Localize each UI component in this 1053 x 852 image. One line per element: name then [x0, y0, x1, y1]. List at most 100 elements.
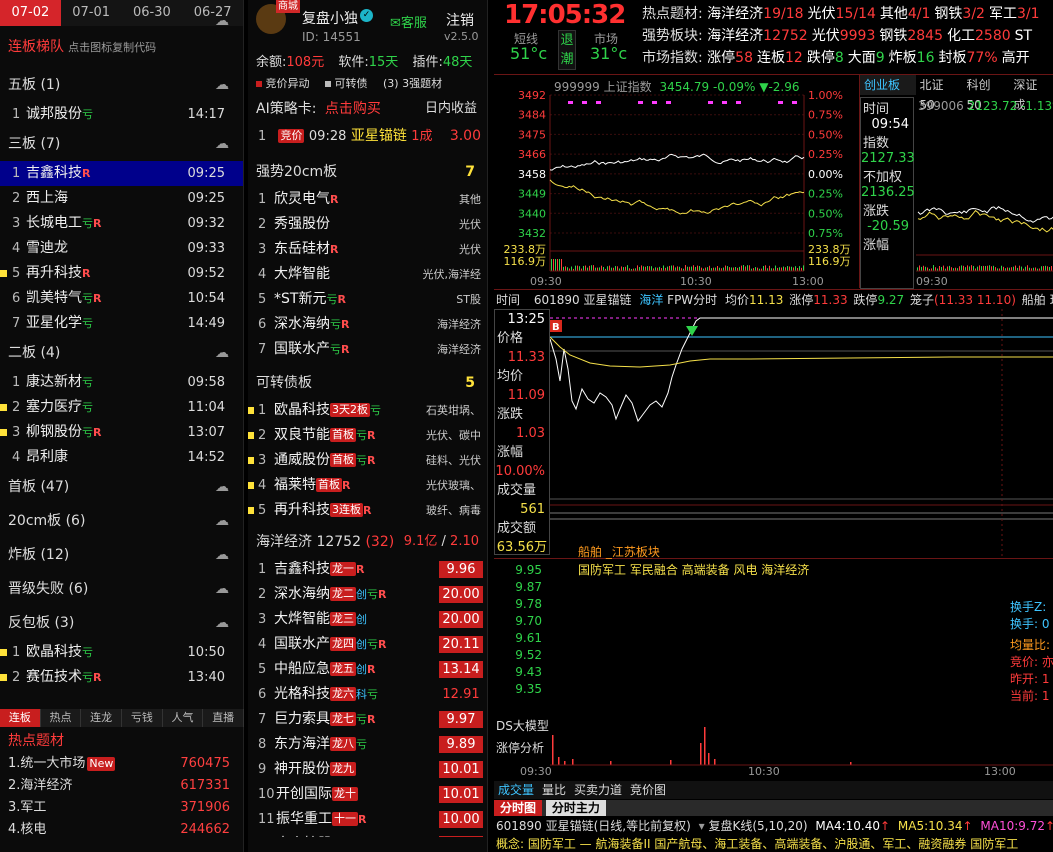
strong-20cm-row[interactable]: 2 秀强股份 光伏 — [248, 212, 487, 237]
left-bottom-tab[interactable]: 人气 — [163, 709, 204, 727]
ladder-row[interactable]: 2 塞力医疗亏 11:04 — [0, 395, 243, 420]
left-bottom-tab[interactable]: 直播 — [203, 709, 245, 727]
header-item-name[interactable]: ST — [1015, 28, 1032, 44]
theme-stock-row[interactable]: 9 神开股份 龙九 10.01 — [248, 757, 487, 782]
hot-topic-row[interactable]: 1.统一大市场 New 760475 — [0, 753, 244, 775]
dropdown-icon[interactable]: ▾ — [699, 819, 705, 833]
theme-stock-row[interactable]: 6 光格科技 龙六 科亏 12.91 — [248, 682, 487, 707]
left-bottom-tab[interactable]: 热点 — [41, 709, 82, 727]
cloud-icon[interactable]: ☁ — [215, 572, 229, 606]
theme-stock-row[interactable]: 2 深水海纳 龙二 创亏R 20.00 — [248, 582, 487, 607]
strong-themes-option[interactable]: (3) 3强题材 — [383, 77, 442, 90]
ladder-row[interactable]: 3 长城电工亏R 09:32 — [0, 211, 243, 236]
hot-topic-row[interactable]: 2.海洋经济 617331 — [0, 775, 244, 797]
ladder-section-header[interactable]: 二板 (4) ☁ — [0, 336, 243, 370]
ds-model-label[interactable]: DS大模型 — [496, 717, 549, 734]
header-item-name[interactable]: 钢铁 — [879, 28, 907, 44]
theme-stock-row[interactable]: 1 吉鑫科技 龙一 R 9.96 — [248, 557, 487, 582]
cloud-icon[interactable]: ☁ — [215, 127, 229, 161]
date-tab-0[interactable]: 07-02 — [0, 0, 61, 26]
ladder-section-header[interactable]: 首板 (47) ☁ — [0, 470, 243, 504]
cloud-icon[interactable]: ☁ — [215, 0, 229, 42]
indicator-tab-3[interactable]: 竞价图 — [626, 781, 670, 799]
strong-20cm-row[interactable]: 3 东岳硅材R 光伏 — [248, 237, 487, 262]
limit-up-analysis-label[interactable]: 涨停分析 — [496, 739, 544, 756]
header-item-name[interactable]: 军工 — [989, 6, 1017, 22]
left-bottom-tab[interactable]: 连板 — [0, 709, 41, 727]
concept-text[interactable]: 国防军工 军民融合 高端装备 风电 海洋经济 — [578, 561, 809, 578]
header-item-name[interactable]: 海洋经济 — [707, 6, 763, 22]
ladder-row[interactable]: 4 雪迪龙 09:33 — [0, 236, 243, 261]
left-bottom-tab[interactable]: 连龙 — [81, 709, 123, 727]
bond-checkbox[interactable] — [325, 81, 331, 87]
header-item-name[interactable]: 钢铁 — [934, 6, 962, 22]
date-tab-3[interactable]: 06-27 — [182, 0, 243, 26]
strong-20cm-row[interactable]: 5 *ST新元亏R ST股 — [248, 287, 487, 312]
ladder-section-header[interactable]: 三板 (7) ☁ — [0, 127, 243, 161]
strong-20cm-row[interactable]: 4 大烨智能 光伏,海洋经 — [248, 262, 487, 287]
sector-text[interactable]: 船舶 _江苏板块 — [578, 543, 660, 560]
ladder-section-header[interactable]: 20cm板 (6) ☁ — [0, 504, 243, 538]
ladder-section-header[interactable]: 炸板 (12) ☁ — [0, 538, 243, 572]
ladder-row[interactable]: 1 康达新材亏 09:58 — [0, 370, 243, 395]
bond-board-row[interactable]: 1 欧晶科技 3天2板亏石英坩埚、 — [248, 398, 487, 423]
header-item-name[interactable]: 光伏 — [812, 28, 840, 44]
hot-topic-row[interactable]: 3.军工 371906 — [0, 797, 244, 819]
ai-buy-link[interactable]: 点击购买 — [325, 101, 381, 117]
indicator-tab-2[interactable]: 买卖力道 — [570, 781, 626, 799]
cloud-icon[interactable]: ☁ — [215, 68, 229, 102]
ladder-row[interactable]: 7 亚星化学亏 14:49 — [0, 311, 243, 336]
theme-stock-row[interactable]: 12南山控股十二R9.92 — [248, 832, 487, 837]
sub-tab-main-force[interactable]: 分时主力 — [545, 800, 606, 816]
cloud-icon[interactable]: ☁ — [215, 470, 229, 504]
indicator-tab-0[interactable]: 成交量 — [494, 781, 538, 799]
ladder-row[interactable]: 4 昂利康 14:52 — [0, 445, 243, 470]
logout-button[interactable]: 注销 — [446, 10, 474, 30]
bidding-checkbox[interactable] — [256, 81, 262, 87]
theme-stock-row[interactable]: 10开创国际 龙十 10.01 — [248, 782, 487, 807]
date-tab-1[interactable]: 07-01 — [61, 0, 122, 26]
index-tab-2[interactable]: 科创50 — [962, 75, 1009, 112]
ladder-section-header[interactable]: 反包板 (3) ☁ — [0, 606, 243, 640]
ladder-row[interactable]: 2 赛伍技术亏R 13:40 — [0, 665, 243, 690]
ladder-section-header[interactable]: 五板 (1) ☁ — [0, 68, 243, 102]
left-bottom-tab[interactable]: 亏钱 — [122, 709, 163, 727]
bond-board-row[interactable]: 5 再升科技 3连板 R 玻纤、病毒 — [248, 498, 487, 523]
theme-stock-row[interactable]: 5 中船应急 龙五 创R 13.14 — [248, 657, 487, 682]
shop-badge[interactable]: 商城 — [276, 0, 300, 13]
ladder-row[interactable]: 2 西上海 09:25 — [0, 186, 243, 211]
header-item-name[interactable]: 光伏 — [808, 6, 836, 22]
theme-stock-row[interactable]: 11振华重工 十一 R 10.00 — [248, 807, 487, 832]
date-tab-2[interactable]: 06-30 — [122, 0, 183, 26]
theme-stock-row[interactable]: 3 大烨智能 龙三创 20.00 — [248, 607, 487, 632]
cloud-icon[interactable]: ☁ — [215, 538, 229, 572]
theme-header[interactable]: 海洋经济 12752 (32) 9.1亿 / 2.10 — [248, 527, 487, 557]
cloud-icon[interactable]: ☁ — [215, 336, 229, 370]
ai-strategy-row[interactable]: 1 竞价 09:28 亚星锚链 1成 3.00 — [248, 124, 487, 149]
ladder-row[interactable]: 1 欧晶科技亏 10:50 — [0, 640, 243, 665]
index-tab-3[interactable]: 深证成 — [1009, 75, 1053, 112]
theme-stock-row[interactable]: 8 东方海洋 龙八亏 9.89 — [248, 732, 487, 757]
ladder-row[interactable]: 1 吉鑫科技R 09:25 — [0, 161, 243, 186]
strong-20cm-row[interactable]: 1 欣灵电气R 其他 — [248, 187, 487, 212]
header-item-name[interactable]: 化工 — [947, 28, 975, 44]
ladder-section-header[interactable]: 晋级失败 (6) ☁ — [0, 572, 243, 606]
theme-stock-row[interactable]: 7 巨力索具 龙七 亏R 9.97 — [248, 707, 487, 732]
indicator-tab-1[interactable]: 量比 — [538, 781, 570, 799]
ladder-row[interactable]: 1 诚邦股份亏 14:17 — [0, 102, 243, 127]
hot-topic-row[interactable]: 4.核电 244662 — [0, 819, 244, 841]
index-tab-1[interactable]: 北证50 — [916, 75, 963, 112]
bond-board-row[interactable]: 3 通威股份 首板 亏R 硅料、光伏 — [248, 448, 487, 473]
bond-board-row[interactable]: 4 福莱特 首板 R 光伏玻璃、 — [248, 473, 487, 498]
sub-tab-intraday[interactable]: 分时图 — [494, 800, 543, 816]
service-link[interactable]: ✉客服 — [390, 12, 427, 31]
ladder-row[interactable]: 6 凯美特气亏R 10:54 — [0, 286, 243, 311]
ladder-row[interactable]: 3 柳钢股份亏R 13:07 — [0, 420, 243, 445]
bond-board-row[interactable]: 2 双良节能 首板 亏R 光伏、碳中 — [248, 423, 487, 448]
cloud-icon[interactable]: ☁ — [215, 606, 229, 640]
strong-20cm-row[interactable]: 6 深水海纳亏R 海洋经济 — [248, 312, 487, 337]
ladder-row[interactable]: 5 再升科技R 09:52 — [0, 261, 243, 286]
header-item-name[interactable]: 海洋经济 — [707, 28, 763, 44]
strong-20cm-row[interactable]: 7 国联水产亏R 海洋经济 — [248, 337, 487, 362]
header-item-name[interactable]: 其他 — [880, 6, 908, 22]
